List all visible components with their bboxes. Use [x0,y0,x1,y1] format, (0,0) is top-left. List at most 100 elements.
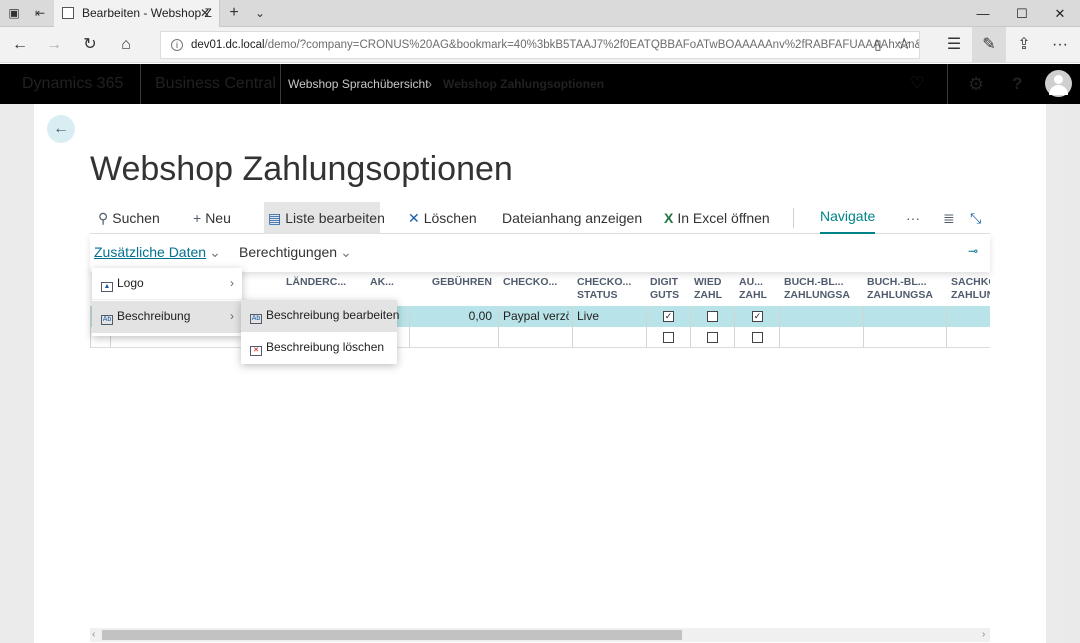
column-header[interactable]: AU... ZAHL [739,272,777,304]
delete-text-icon: ✕ [250,346,262,356]
pin-icon[interactable]: ⊸ [968,244,978,258]
favorite-star-icon[interactable]: ☆ [892,33,916,57]
edit-list-button[interactable]: ▤ Liste bearbeiten [264,202,385,234]
new-tab-icon[interactable]: + [226,5,242,21]
grid-line [498,306,499,348]
tab-manager-icon[interactable]: ▣ [6,5,22,21]
show-attachment-button[interactable]: Dateianhang anzeigen [502,202,642,234]
status-cell[interactable]: Live [577,306,643,327]
url-path: /demo/?company=CRONUS%20AG&bookmark=40%3… [264,39,920,51]
back-button[interactable]: ← [47,115,75,143]
column-header[interactable]: CHECKO... STATUS [577,272,643,304]
share-icon[interactable]: ⇪ [1012,33,1036,57]
tab-list-chevron-icon[interactable]: ⌄ [252,5,268,21]
additional-data-menu[interactable]: Zusätzliche Daten ⌄ [94,244,221,261]
auto-checkbox[interactable]: ✓ [752,311,763,322]
more-actions-icon[interactable]: ··· [906,202,920,234]
list-view-icon[interactable]: ≣ [943,202,955,234]
column-header-line2: AK... [370,276,394,288]
description-submenu: Ab Beschreibung bearbeiten ✕ Beschreibung … [241,300,400,364]
menu-item-edit-description[interactable]: Ab Beschreibung bearbeiten [241,300,400,332]
column-header[interactable]: DIGIT GUTS [650,272,688,304]
column-header-line1: DIGIT [650,276,678,288]
search-button[interactable]: ⚲ Suchen [98,202,160,234]
fee-cell[interactable]: 0,00 [410,306,492,327]
additional-data-label: Zusätzliche Daten [94,244,207,260]
sub-action-bar [90,234,990,272]
grid-line [90,306,91,348]
open-in-excel-button[interactable]: X In Excel öffnen [664,202,770,234]
home-icon[interactable]: ⌂ [114,33,138,57]
refresh-icon[interactable]: ↻ [78,33,102,57]
url-field[interactable]: i dev01.dc.local/demo/?company=CRONUS%20… [160,31,920,59]
close-window-icon[interactable]: ✕ [1041,0,1079,27]
app-name[interactable]: Business Central [155,64,276,104]
lightbulb-icon[interactable]: ♡ [910,64,924,104]
recurring-checkbox[interactable] [707,311,718,322]
column-header-line2: ZAHLUNGSA [867,289,933,301]
column-header[interactable]: CHECKO... [503,272,569,304]
product-name[interactable]: Dynamics 365 [22,64,123,104]
column-header[interactable]: GEBÜHREN [410,272,498,304]
permissions-menu[interactable]: Berechtigungen ⌄ [239,244,352,261]
column-header-line2: ZAHL [739,289,767,301]
delete-button[interactable]: ✕ Löschen [408,202,477,234]
avatar[interactable] [1045,70,1072,97]
maximize-icon[interactable]: ☐ [1003,0,1041,27]
column-header[interactable]: SACHKOZAHLUN [951,272,990,304]
menu-item-logo[interactable]: ▲ Logo › [92,268,242,300]
grid-line [572,306,573,348]
checkout-cell[interactable]: Paypal verzö [503,306,569,327]
header-divider [947,64,948,104]
more-icon[interactable]: ··· [1048,33,1072,57]
grid-line [863,306,864,348]
browser-tab[interactable]: Bearbeiten - Webshop Z [54,0,220,27]
breadcrumb-current: Webshop Zahlungsoptionen [443,77,605,91]
chevron-down-icon: ⌄ [209,244,221,260]
forward-arrow-icon[interactable]: → [42,33,66,57]
attachment-label: Dateianhang anzeigen [502,210,643,226]
site-info-icon[interactable]: i [171,39,183,51]
favorites-hub-icon[interactable]: ☰ [942,33,966,57]
menu-item-label: Beschreibung [117,309,191,323]
scroll-left-icon[interactable]: ‹ [92,629,95,640]
edit-list-label: Liste bearbeiten [285,210,385,226]
menu-item-description[interactable]: Ab Beschreibung › [92,301,242,333]
settings-gear-icon[interactable]: ⚙ [968,64,984,104]
digital-checkbox[interactable] [663,332,674,343]
column-header-line2: STATUS [577,289,618,301]
menu-item-delete-description[interactable]: ✕ Beschreibung löschen [241,332,397,364]
navigate-tab[interactable]: Navigate [820,202,876,234]
back-arrow-icon[interactable]: ← [8,33,32,57]
minimize-icon[interactable]: — [964,0,1002,27]
reading-view-icon[interactable]: ▯ [866,33,890,57]
column-header[interactable]: BUCH.-BL... ZAHLUNGSA [867,272,945,304]
column-header-line2: CHECKO... [503,276,558,288]
column-header-line2: ZAHL [694,289,722,301]
excel-icon: X [664,210,674,226]
header-divider [280,64,281,104]
delete-x-icon: ✕ [408,210,420,226]
recurring-checkbox[interactable] [707,332,718,343]
new-button[interactable]: + Neu [193,202,231,234]
column-header[interactable]: BUCH.-BL... ZAHLUNGSA [784,272,862,304]
collapse-icon[interactable]: ⤡ [970,202,981,234]
chevron-right-icon: › [230,309,234,323]
set-tabs-aside-icon[interactable]: ⇤ [32,5,48,21]
scrollbar-thumb[interactable] [102,630,682,640]
menu-item-label: Beschreibung bearbeiten [266,308,400,322]
menu-item-label: Logo [117,276,144,290]
column-header[interactable]: WIED ZAHL [694,272,732,304]
vertical-scrollbar[interactable] [1064,104,1080,643]
url-host: dev01.dc.local [191,39,265,51]
header-divider [140,64,141,104]
close-tab-icon[interactable]: ✕ [200,6,210,20]
breadcrumb-parent[interactable]: Webshop Sprachübersicht [288,64,429,104]
digital-checkbox[interactable]: ✓ [663,311,674,322]
edit-text-icon: Ab [250,314,262,324]
auto-checkbox[interactable] [752,332,763,343]
help-icon[interactable]: ? [1012,64,1022,104]
pen-icon[interactable]: ✎ [977,33,1001,57]
scroll-right-icon[interactable]: › [982,629,985,640]
column-header-line1: SACHKO [951,276,990,288]
